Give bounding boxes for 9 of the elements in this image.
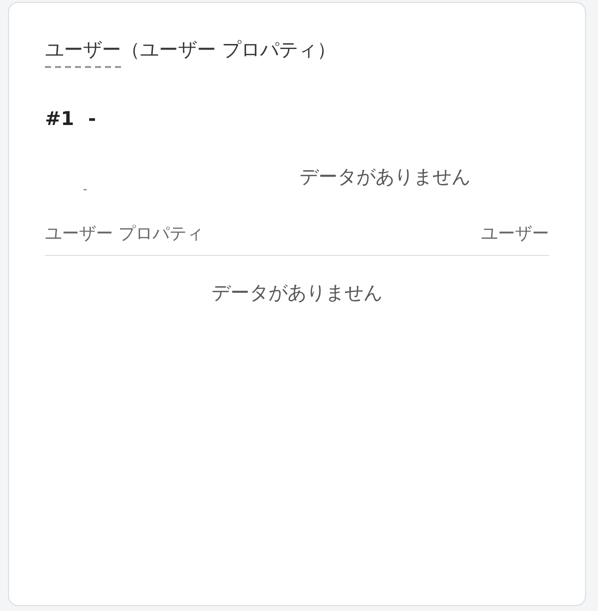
- column-header: ユーザー プロパティ: [45, 223, 204, 245]
- empty-message: データがありません: [210, 281, 384, 306]
- summary-value: -: [83, 182, 88, 196]
- record-name: -: [88, 108, 96, 130]
- title-suffix: （ユーザー プロパティ）: [121, 38, 336, 63]
- record-number: #1: [45, 108, 74, 130]
- title-term[interactable]: ユーザー: [45, 37, 121, 68]
- column-header: ユーザー: [481, 223, 549, 245]
- empty-message: データがありません: [299, 165, 470, 190]
